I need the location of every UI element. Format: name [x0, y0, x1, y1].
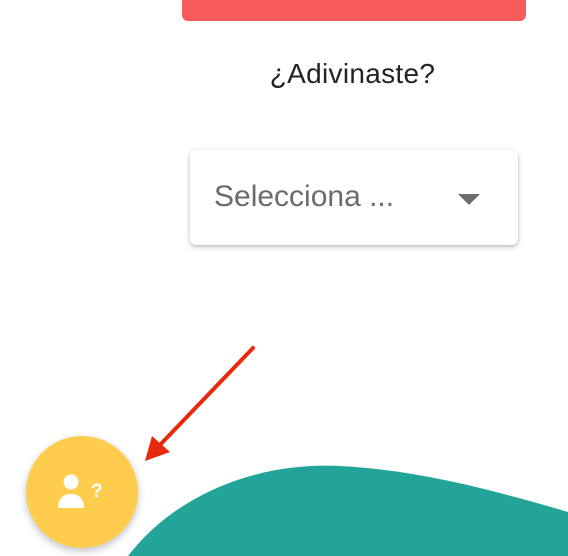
svg-text:?: ? [91, 481, 103, 502]
guess-help-button[interactable]: ? [26, 436, 138, 548]
page: ¿Adivinaste? Selecciona ... ? [0, 0, 568, 556]
person-question-icon: ? [58, 474, 103, 508]
